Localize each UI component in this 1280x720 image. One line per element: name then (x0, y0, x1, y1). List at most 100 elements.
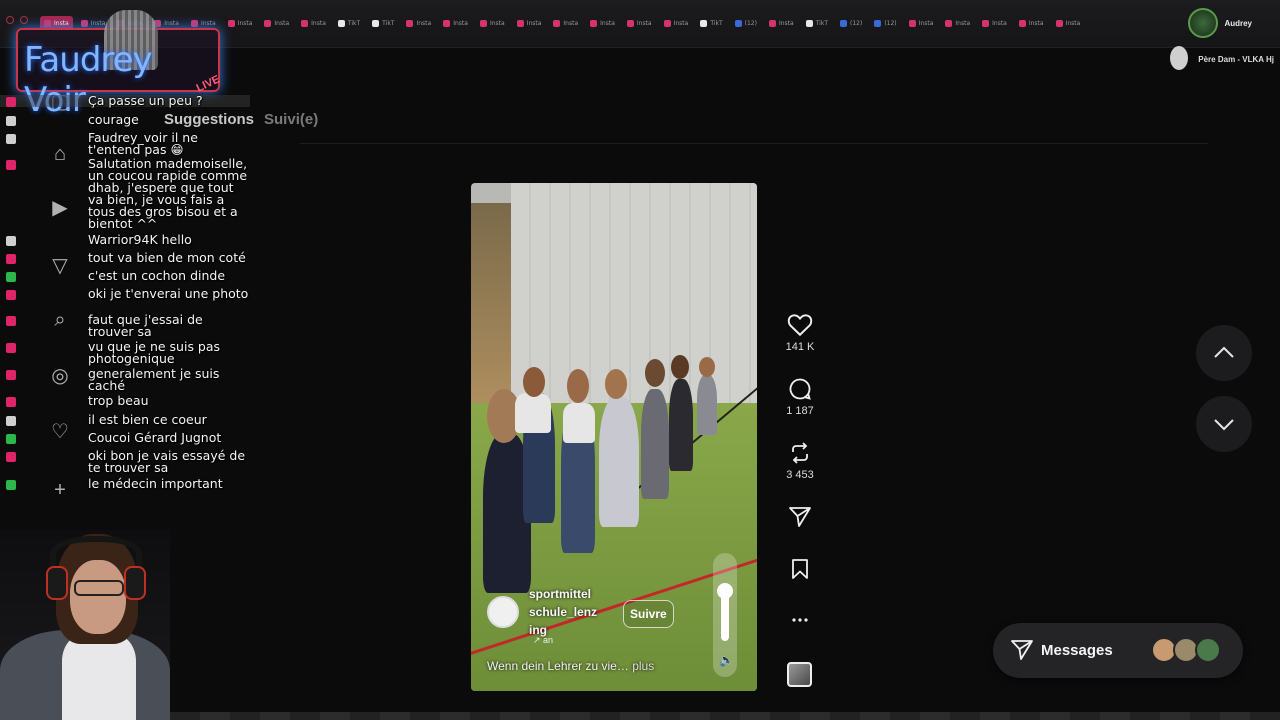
volume-level (721, 593, 729, 641)
browser-tab[interactable]: Insta (978, 16, 1011, 30)
browser-tab[interactable]: Insta (623, 16, 656, 30)
browser-tab[interactable]: Insta (1052, 16, 1085, 30)
chat-text: Ça passe un peu ? (88, 93, 203, 108)
profile-area[interactable]: Audrey (1188, 8, 1252, 38)
repost-icon[interactable] (788, 441, 812, 465)
chat-username (18, 368, 88, 392)
messages-button[interactable]: Messages (993, 623, 1243, 678)
chat-badge-icon (6, 434, 16, 444)
tab-favicon-icon (874, 19, 882, 27)
tab-label: Insta (918, 19, 934, 27)
chat-text: le médecin important (88, 476, 223, 491)
dancer-head (699, 357, 715, 377)
chat-message: faut que j'essai de trouver sa (0, 313, 250, 338)
browser-tab[interactable]: Insta (513, 16, 546, 30)
chat-text: il est bien ce coeur (88, 412, 207, 427)
next-reel-button[interactable] (1196, 396, 1252, 452)
chat-username (18, 314, 88, 338)
chat-message: c'est un cochon dinde (0, 269, 250, 282)
tab-favicon-icon (734, 19, 742, 27)
heart-icon[interactable] (787, 313, 813, 337)
chat-text: vu que je ne suis pas photogenique (88, 339, 221, 366)
reel-caption[interactable]: Wenn dein Lehrer zu vie… plus (487, 659, 654, 673)
browser-tab[interactable]: TikT (334, 16, 364, 30)
follow-button[interactable]: Suivre (623, 600, 674, 628)
chat-badge-icon (6, 272, 16, 282)
chat-username (18, 234, 88, 246)
browser-tab[interactable]: Insta (476, 16, 509, 30)
chat-username (18, 414, 88, 426)
browser-tab[interactable]: (12) (731, 16, 761, 30)
browser-tab[interactable]: Insta (439, 16, 472, 30)
browser-tab[interactable]: TikT (368, 16, 398, 30)
media-icon[interactable] (1170, 46, 1188, 70)
chat-badge-icon (6, 254, 16, 264)
browser-tab[interactable]: Insta (1015, 16, 1048, 30)
chat-text: Faudrey_voir il ne t'entend pas 😁 (88, 130, 198, 157)
save-action[interactable] (780, 558, 820, 580)
chat-badge-icon (6, 236, 16, 246)
bookmark-icon[interactable] (790, 558, 810, 580)
like-action[interactable]: 141 K (780, 313, 820, 353)
tab-favicon-icon (301, 19, 309, 27)
browser-tab[interactable]: Insta (660, 16, 693, 30)
tab-label: Insta (778, 19, 794, 27)
tab-label: TikT (382, 19, 395, 27)
tab-favicon-icon (443, 19, 451, 27)
browser-tab[interactable]: Insta (765, 16, 798, 30)
chat-username (18, 114, 88, 126)
browser-tab[interactable]: Insta (402, 16, 435, 30)
audio-thumbnail[interactable] (787, 662, 812, 687)
chat-text: generalement je suis caché (88, 366, 220, 393)
tab-label: Insta (489, 19, 505, 27)
profile-avatar[interactable] (1188, 8, 1219, 38)
chat-message: generalement je suis caché (0, 366, 250, 393)
browser-tab[interactable]: TikT (802, 16, 832, 30)
chat-badge-icon (6, 370, 16, 380)
chat-badge-icon (6, 397, 16, 407)
tab-label: TikT (710, 19, 723, 27)
chat-message: vu que je ne suis pas photogenique (0, 339, 250, 366)
browser-tab[interactable]: Insta (297, 16, 330, 30)
tab-label: Insta (90, 19, 106, 27)
author-name[interactable]: sportmittel schule_lenz ing (529, 585, 609, 639)
audio-link[interactable]: ↗ an (533, 635, 553, 646)
tab-favicon-icon (264, 19, 272, 27)
previous-reel-button[interactable] (1196, 325, 1252, 381)
browser-tab[interactable]: Insta (260, 16, 293, 30)
browser-tab[interactable]: Insta (941, 16, 974, 30)
browser-tab[interactable]: TikT (696, 16, 726, 30)
volume-handle[interactable] (717, 583, 733, 599)
send-icon[interactable] (788, 506, 812, 528)
repost-action[interactable]: 3 453 (780, 441, 820, 481)
streamer-top (62, 634, 136, 720)
more-icon[interactable] (790, 612, 810, 628)
browser-tab[interactable]: Insta (224, 16, 257, 30)
webcam-overlay (0, 530, 170, 720)
browser-tab[interactable]: (12) (870, 16, 900, 30)
reel-video[interactable]: sportmittel schule_lenz ing Suivre ↗ an … (471, 183, 757, 691)
comment-icon[interactable] (788, 377, 812, 401)
share-action[interactable] (780, 506, 820, 528)
tab-label: Insta (955, 19, 971, 27)
chat-username (18, 270, 88, 282)
tab-label: Insta (1028, 19, 1044, 27)
browser-tab[interactable]: Insta (549, 16, 582, 30)
browser-tab[interactable]: Insta (586, 16, 619, 30)
author-avatar[interactable] (487, 596, 519, 628)
comment-action[interactable]: 1 187 (780, 377, 820, 417)
volume-icon[interactable]: 🔈 (719, 653, 734, 667)
tab-favicon-icon (700, 19, 708, 27)
headphones-ear (124, 566, 146, 600)
reel-author[interactable]: sportmittel schule_lenz ing (487, 585, 609, 639)
tab-label: Insta (453, 19, 468, 27)
message-avatars (1151, 637, 1221, 663)
caption-more-link[interactable]: plus (632, 659, 654, 673)
browser-tab[interactable]: (12) (836, 16, 866, 30)
tab-label: (12) (884, 19, 897, 27)
window-controls[interactable] (6, 16, 28, 24)
more-options[interactable] (780, 612, 820, 628)
tab-label: Insta (164, 19, 179, 27)
browser-tab[interactable]: Insta (905, 16, 938, 30)
tab-following[interactable]: Suivi(e) (264, 111, 318, 128)
